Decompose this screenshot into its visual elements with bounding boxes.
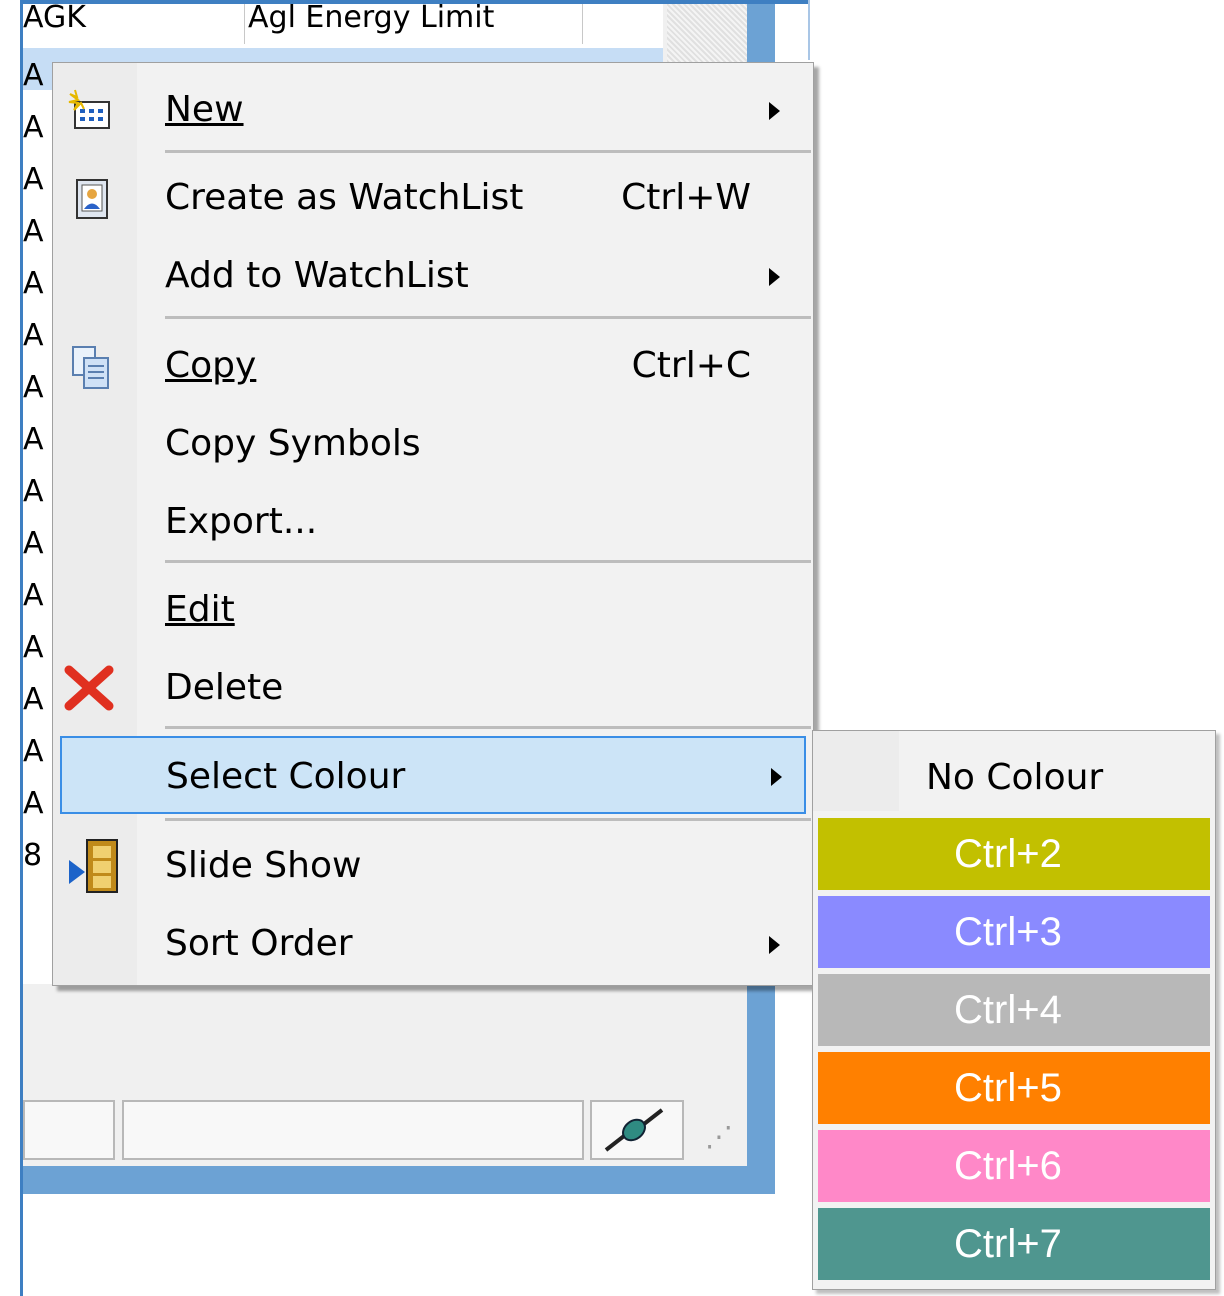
colour-swatch-option[interactable]: Ctrl+2 — [818, 818, 1210, 890]
colour-swatch-option[interactable]: Ctrl+5 — [818, 1052, 1210, 1124]
colour-swatch-option[interactable]: Ctrl+3 — [818, 896, 1210, 968]
list-row-symbol[interactable]: A — [23, 314, 53, 358]
watchlist-icon — [67, 176, 113, 222]
menu-item-edit[interactable]: Edit — [53, 574, 813, 646]
list-row-symbol[interactable]: A — [23, 678, 53, 722]
list-row-symbol[interactable]: A — [23, 262, 53, 306]
list-row-symbol[interactable]: A — [23, 522, 53, 566]
list-row-symbol[interactable]: A — [23, 54, 53, 98]
menu-item-select-colour[interactable]: Select Colour — [60, 736, 806, 814]
list-row-symbol[interactable]: A — [23, 574, 53, 618]
submenu-arrow-icon — [769, 102, 780, 120]
list-row-symbol[interactable]: A — [23, 626, 53, 670]
column-divider — [582, 4, 583, 44]
menu-label: Sort Order — [165, 923, 353, 964]
menu-item-new[interactable]: New — [53, 74, 813, 146]
list-row-symbol[interactable]: A — [23, 106, 53, 150]
list-row-symbol[interactable]: A — [23, 470, 53, 514]
list-row-symbol[interactable]: AGK — [23, 0, 123, 40]
list-row-symbol[interactable]: A — [23, 418, 53, 462]
menu-shortcut: Ctrl+W — [621, 177, 751, 218]
menu-label: Copy — [165, 345, 257, 386]
list-row-symbol[interactable]: A — [23, 730, 53, 774]
menu-item-export[interactable]: Export... — [53, 486, 813, 558]
menu-item-delete[interactable]: Delete — [53, 652, 813, 724]
colour-swatch-option[interactable]: Ctrl+7 — [818, 1208, 1210, 1280]
resize-grip-icon[interactable]: ⋰ — [705, 1120, 733, 1153]
no-colour-option[interactable]: No Colour — [926, 738, 1103, 818]
connection-plug-icon — [604, 1108, 664, 1152]
list-row-name[interactable]: Agl Energy Limit — [248, 0, 580, 40]
list-row-symbol[interactable]: A — [23, 782, 53, 826]
menu-separator — [165, 150, 811, 153]
menu-item-slide-show[interactable]: Slide Show — [53, 830, 813, 902]
submenu-arrow-icon — [769, 268, 780, 286]
menu-item-copy-symbols[interactable]: Copy Symbols — [53, 408, 813, 480]
menu-separator — [165, 560, 811, 563]
menu-item-add-to-watchlist[interactable]: Add to WatchList — [53, 240, 813, 312]
pane-divider — [808, 0, 810, 60]
menu-label: Export... — [165, 501, 318, 542]
list-row-symbol[interactable]: A — [23, 366, 53, 410]
status-cell — [23, 1100, 115, 1160]
colour-swatch-option[interactable]: Ctrl+6 — [818, 1130, 1210, 1202]
connection-status[interactable] — [590, 1100, 684, 1160]
new-list-icon — [67, 88, 113, 134]
menu-label: Delete — [165, 667, 284, 708]
menu-label: Select Colour — [166, 756, 406, 797]
menu-separator — [165, 726, 811, 729]
delete-icon — [63, 662, 114, 711]
menu-label: Slide Show — [165, 845, 362, 886]
menu-item-create-watchlist[interactable]: Create as WatchList Ctrl+W — [53, 162, 813, 234]
status-cell — [122, 1100, 584, 1160]
column-divider — [244, 4, 245, 44]
colour-swatch-option[interactable]: Ctrl+4 — [818, 974, 1210, 1046]
list-row-symbol[interactable]: A — [23, 210, 53, 254]
list-row-symbol[interactable]: 8 — [23, 834, 53, 878]
slideshow-icon — [67, 836, 127, 896]
submenu-arrow-icon — [771, 768, 782, 786]
copy-icon — [67, 344, 113, 390]
submenu-arrow-icon — [769, 936, 780, 954]
menu-label: Create as WatchList — [165, 177, 524, 218]
menu-item-copy[interactable]: Copy Ctrl+C — [53, 330, 813, 402]
submenu-icon-column — [813, 731, 899, 811]
menu-label: Add to WatchList — [165, 255, 469, 296]
menu-shortcut: Ctrl+C — [631, 345, 751, 386]
menu-label: New — [165, 89, 244, 130]
menu-label: Copy Symbols — [165, 423, 421, 464]
menu-separator — [165, 818, 811, 821]
list-row-symbol[interactable]: A — [23, 158, 53, 202]
menu-label: Edit — [165, 589, 235, 630]
menu-separator — [165, 316, 811, 319]
menu-item-sort-order[interactable]: Sort Order — [53, 908, 813, 980]
